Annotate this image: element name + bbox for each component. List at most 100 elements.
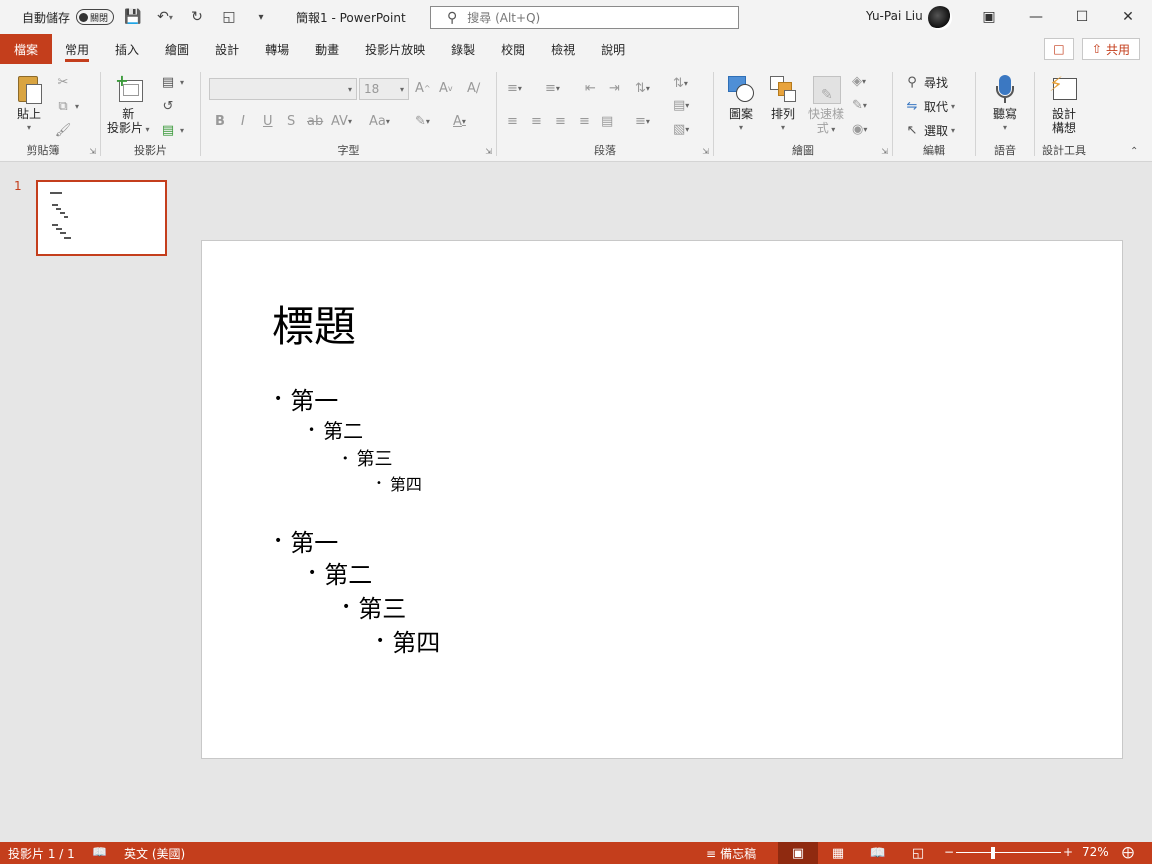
copy-button[interactable]: ⧉ ▾ xyxy=(54,98,79,114)
tab-transitions[interactable]: 轉場 xyxy=(252,34,302,64)
cut-button[interactable]: ✂ xyxy=(54,74,72,90)
layout-button[interactable]: ▤ ▾ xyxy=(159,74,184,90)
underline-icon[interactable]: U xyxy=(263,114,273,129)
format-painter-button[interactable]: 🖌 xyxy=(54,122,72,138)
columns-icon[interactable]: ≡ ▾ xyxy=(635,114,650,129)
highlight-color-icon[interactable]: ✎ ▾ xyxy=(415,114,430,129)
reading-view-icon[interactable]: 📖 xyxy=(858,842,898,864)
autosave-toggle[interactable]: 關閉 xyxy=(76,9,115,25)
select-button[interactable]: ↖ 選取 ▾ xyxy=(903,122,955,139)
tab-record[interactable]: 錄製 xyxy=(438,34,488,64)
align-text-icon[interactable]: ▤ ▾ xyxy=(673,98,689,113)
comments-button[interactable]: □ xyxy=(1043,38,1074,60)
bullet-item[interactable]: • 第二 xyxy=(308,555,372,590)
bullet-item[interactable]: • 第三 xyxy=(342,445,393,471)
reset-button[interactable]: ↺ xyxy=(159,98,177,114)
collapse-ribbon-icon[interactable]: ⌃ xyxy=(1130,146,1138,157)
language-indicator[interactable]: 英文 (美國) xyxy=(124,845,185,862)
tab-view[interactable]: 檢視 xyxy=(538,34,588,64)
undo-icon[interactable]: ↶ ▾ xyxy=(152,5,178,29)
replace-button[interactable]: ⇋ 取代 ▾ xyxy=(903,98,955,115)
fit-to-window-icon[interactable]: ⨁ xyxy=(1122,845,1134,859)
paragraph-launcher-icon[interactable]: ⇲ xyxy=(702,147,709,156)
zoom-level[interactable]: 72% xyxy=(1082,845,1109,859)
paste-button[interactable]: 貼上 ▾ xyxy=(14,74,44,135)
close-icon[interactable]: ✕ xyxy=(1105,0,1151,34)
decrease-font-size-icon[interactable]: Av xyxy=(439,81,453,96)
tab-home[interactable]: 常用 xyxy=(52,34,102,64)
bullets-icon[interactable]: ≡ ▾ xyxy=(507,81,522,96)
distributed-icon[interactable]: ▤ xyxy=(601,114,613,129)
tab-insert[interactable]: 插入 xyxy=(102,34,152,64)
shapes-button[interactable]: 圖案 ▾ xyxy=(726,74,756,135)
clear-formatting-icon[interactable]: A∕ xyxy=(467,81,480,96)
align-center-icon[interactable]: ≡ xyxy=(531,114,542,129)
zoom-in-button[interactable]: + xyxy=(1063,845,1073,859)
align-right-icon[interactable]: ≡ xyxy=(555,114,566,129)
bullet-item[interactable]: • 第四 xyxy=(376,471,422,495)
search-box[interactable]: ⚲ 搜尋 (Alt+Q) xyxy=(430,6,739,29)
justify-icon[interactable]: ≡ xyxy=(579,114,590,129)
tab-draw[interactable]: 繪圖 xyxy=(152,34,202,64)
decrease-indent-icon[interactable]: ⇤ xyxy=(585,81,596,96)
section-button[interactable]: ▤ ▾ xyxy=(159,122,184,138)
zoom-out-button[interactable]: − xyxy=(944,845,954,859)
tab-animations[interactable]: 動畫 xyxy=(302,34,352,64)
line-spacing-icon[interactable]: ⇅ ▾ xyxy=(635,81,650,96)
slide-title[interactable]: 標題 xyxy=(272,293,356,354)
increase-indent-icon[interactable]: ⇥ xyxy=(609,81,620,96)
change-case-icon[interactable]: Aa ▾ xyxy=(369,114,390,129)
save-icon[interactable]: 💾 xyxy=(120,5,146,29)
drawing-launcher-icon[interactable]: ⇲ xyxy=(881,147,888,156)
increase-font-size-icon[interactable]: A ^ xyxy=(415,81,431,96)
dictate-button[interactable]: 聽寫 ▾ xyxy=(990,74,1020,135)
minimize-icon[interactable]: — xyxy=(1013,0,1059,34)
bullet-item[interactable]: • 第一 xyxy=(274,523,338,558)
clipboard-launcher-icon[interactable]: ⇲ xyxy=(89,147,96,156)
arrange-button[interactable]: 排列 ▾ xyxy=(768,74,798,135)
font-size-combo[interactable]: 18 ▾ xyxy=(359,78,409,100)
bullet-item[interactable]: • 第二 xyxy=(308,415,363,444)
bold-icon[interactable]: B xyxy=(215,114,225,129)
new-slide-button[interactable]: + 新 投影片 ▾ xyxy=(107,73,150,137)
slide-sorter-view-icon[interactable]: ▦ xyxy=(818,842,858,864)
font-launcher-icon[interactable]: ⇲ xyxy=(485,147,492,156)
align-left-icon[interactable]: ≡ xyxy=(507,114,518,129)
shape-fill-icon[interactable]: ◈ ▾ xyxy=(852,74,866,89)
strikethrough-icon[interactable]: ab xyxy=(307,114,323,129)
share-button[interactable]: ⇧ 共用 xyxy=(1081,38,1140,60)
tab-help[interactable]: 說明 xyxy=(588,34,638,64)
notes-button[interactable]: ≡ 備忘稿 xyxy=(706,845,756,862)
numbering-icon[interactable]: ≡ ▾ xyxy=(545,81,560,96)
convert-to-smartart-icon[interactable]: ▧ ▾ xyxy=(673,122,689,137)
redo-icon[interactable]: ↻ xyxy=(184,5,210,29)
tab-file[interactable]: 檔案 xyxy=(0,34,53,64)
zoom-slider-thumb[interactable] xyxy=(990,847,995,859)
start-from-beginning-icon[interactable]: ◱ xyxy=(216,5,242,29)
text-shadow-icon[interactable]: S xyxy=(287,114,295,129)
font-name-combo[interactable]: ▾ xyxy=(209,78,357,100)
design-ideas-button[interactable]: ⚡ 設計 構想 xyxy=(1049,74,1079,135)
zoom-slider-track[interactable] xyxy=(956,852,1061,853)
tab-review[interactable]: 校閱 xyxy=(488,34,538,64)
slide-canvas[interactable]: 標題 • 第一 • 第二 • 第三 • 第四 • 第一 • 第二 • 第三 • 第四 xyxy=(201,240,1123,759)
bullet-item[interactable]: • 第四 xyxy=(376,623,440,658)
avatar[interactable] xyxy=(928,6,952,30)
italic-icon[interactable]: I xyxy=(241,114,245,129)
customize-quick-access-icon[interactable]: ▾ xyxy=(248,5,274,29)
font-color-icon[interactable]: A ▾ xyxy=(453,114,466,129)
maximize-icon[interactable]: ☐ xyxy=(1059,0,1105,34)
bullet-item[interactable]: • 第三 xyxy=(342,589,406,624)
slide-thumbnail[interactable] xyxy=(36,180,167,256)
slide-show-view-icon[interactable]: ◱ xyxy=(898,842,938,864)
ribbon-display-options-icon[interactable]: ▣ xyxy=(966,0,1012,34)
tab-slide-show[interactable]: 投影片放映 xyxy=(352,34,438,64)
quick-styles-button[interactable]: ✎ 快速樣 式 ▾ xyxy=(808,74,844,137)
bullet-item[interactable]: • 第一 xyxy=(274,381,338,416)
find-button[interactable]: ⚲ 尋找 xyxy=(903,74,948,91)
user-name[interactable]: Yu-Pai Liu xyxy=(866,9,923,23)
text-direction-icon[interactable]: ⇅ ▾ xyxy=(673,76,688,91)
tab-design[interactable]: 設計 xyxy=(202,34,252,64)
normal-view-icon[interactable]: ▣ xyxy=(778,842,818,864)
shape-effects-icon[interactable]: ◉ ▾ xyxy=(852,122,867,137)
